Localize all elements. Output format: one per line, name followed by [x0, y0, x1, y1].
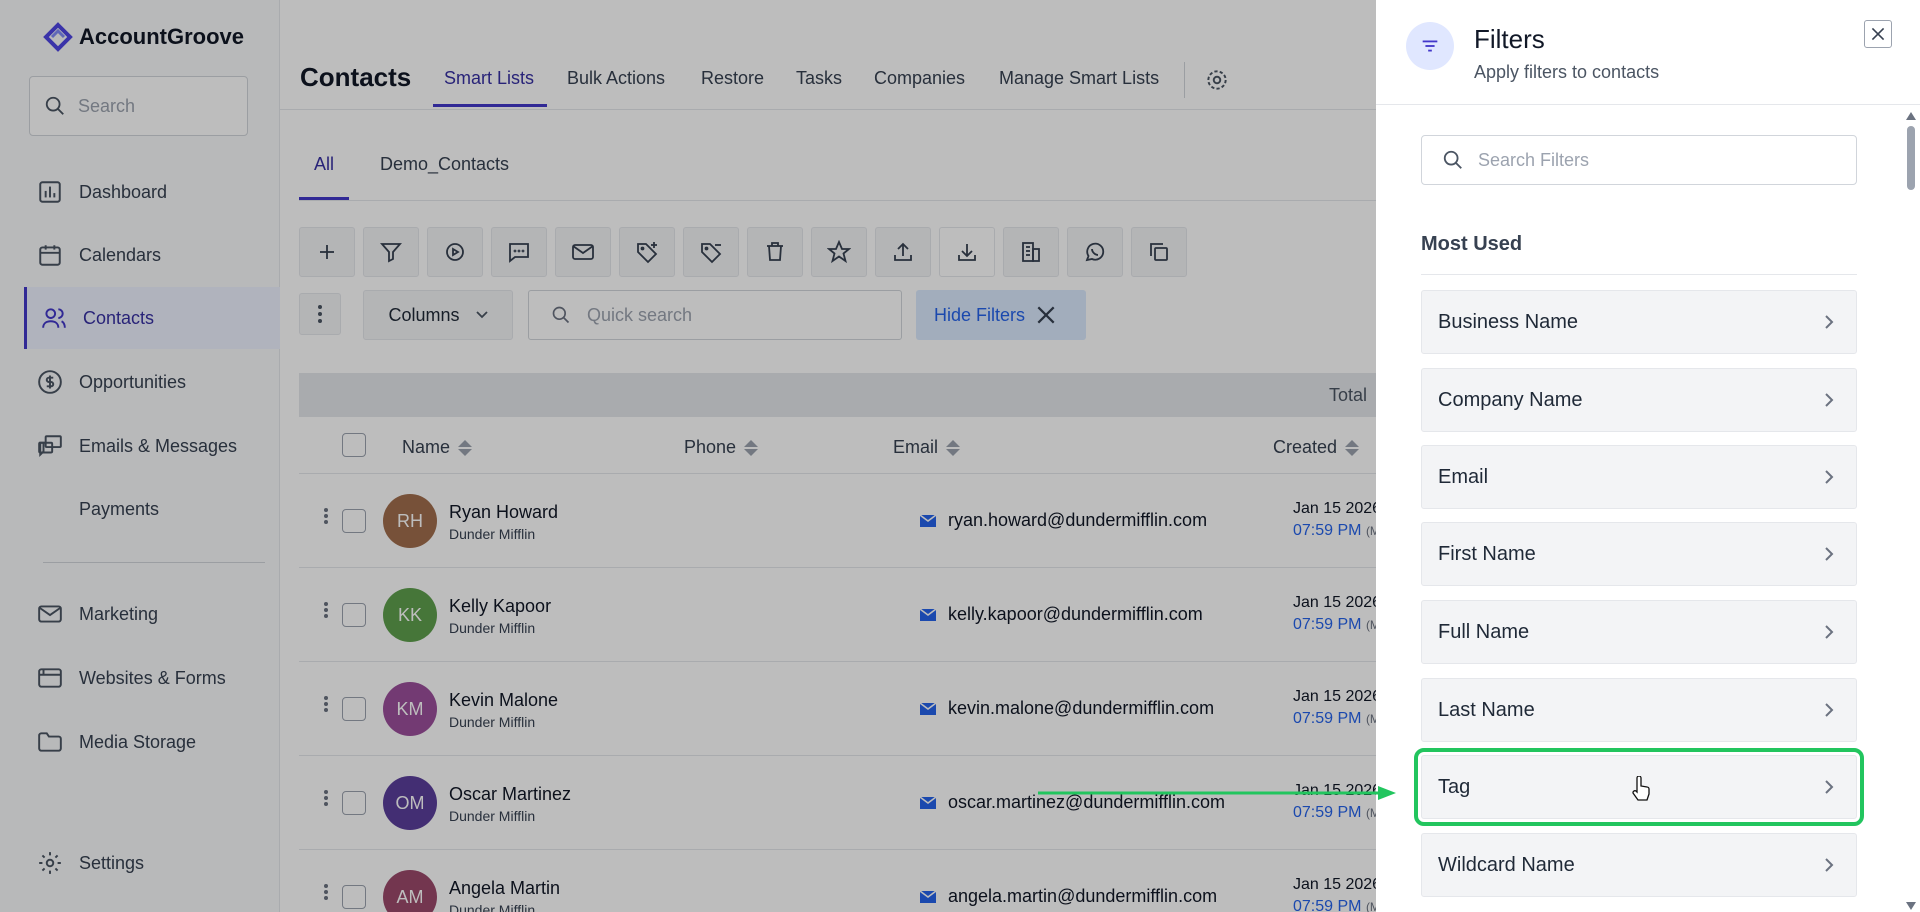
search-filters-input[interactable]: Search Filters: [1421, 135, 1857, 185]
filter-item-business-name[interactable]: Business Name: [1421, 290, 1857, 354]
drawer-title: Filters: [1474, 24, 1545, 54]
filter-item-email[interactable]: Email: [1421, 445, 1857, 509]
filter-label: Tag: [1438, 775, 1471, 798]
drawer-scrollbar[interactable]: [1904, 108, 1918, 912]
drawer-header: [1376, 0, 1920, 105]
search-filters-placeholder: Search Filters: [1478, 149, 1590, 170]
chevron-right-icon: [1825, 315, 1834, 329]
section-title: Most Used: [1421, 233, 1523, 255]
scroll-down-arrow[interactable]: [1906, 902, 1916, 910]
chevron-right-icon: [1825, 625, 1834, 639]
filter-label: First Name: [1438, 542, 1536, 565]
search-icon: [1443, 150, 1462, 169]
drawer-subtitle: Apply filters to contacts: [1474, 62, 1660, 82]
chevron-right-icon: [1825, 858, 1834, 872]
filter-lines-icon: [1406, 22, 1454, 70]
chevron-right-icon: [1825, 547, 1834, 561]
modal-backdrop[interactable]: [0, 0, 1376, 912]
scroll-up-arrow[interactable]: [1906, 112, 1916, 120]
chevron-right-icon: [1825, 393, 1834, 407]
section-divider: [1421, 274, 1857, 275]
filter-item-company-name[interactable]: Company Name: [1421, 368, 1857, 432]
filter-item-full-name[interactable]: Full Name: [1421, 600, 1857, 664]
chevron-right-icon: [1825, 470, 1834, 484]
close-icon: [1871, 27, 1885, 41]
filter-label: Full Name: [1438, 620, 1530, 643]
filter-item-last-name[interactable]: Last Name: [1421, 678, 1857, 742]
annotation-arrow: [1038, 786, 1396, 800]
filter-label: Last Name: [1438, 698, 1535, 721]
scroll-thumb[interactable]: [1907, 126, 1915, 190]
chevron-right-icon: [1825, 703, 1834, 717]
filter-label: Wildcard Name: [1438, 853, 1575, 876]
filter-label: Email: [1438, 465, 1489, 488]
filter-item-first-name[interactable]: First Name: [1421, 522, 1857, 586]
close-button[interactable]: [1864, 20, 1892, 48]
filter-item-wildcard-name[interactable]: Wildcard Name: [1421, 833, 1857, 897]
filter-label: Business Name: [1438, 310, 1579, 333]
hand-cursor-icon: [1632, 776, 1650, 801]
chevron-right-icon: [1825, 780, 1834, 794]
filter-label: Company Name: [1438, 388, 1583, 411]
